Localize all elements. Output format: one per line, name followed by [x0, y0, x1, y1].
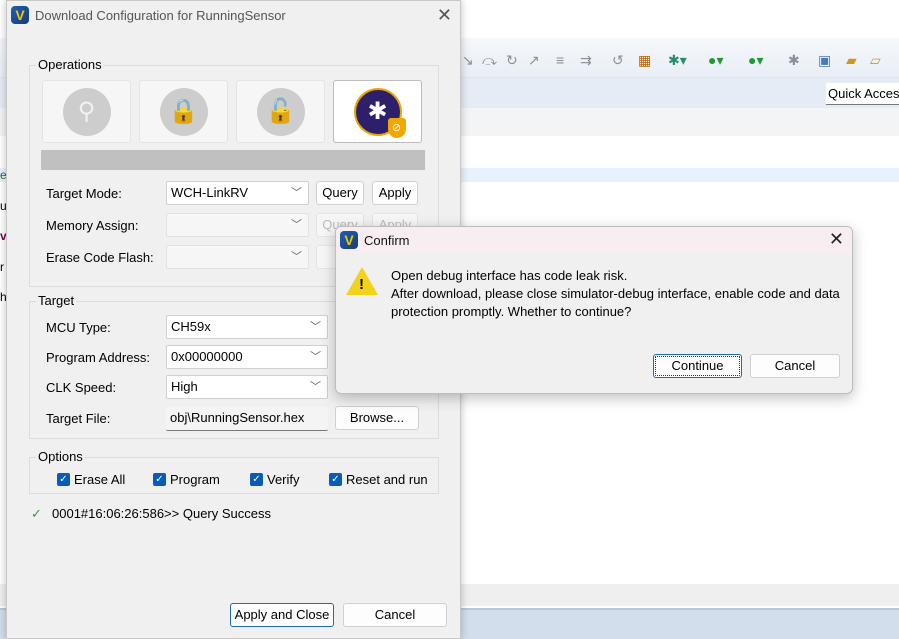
checkbox-checked-icon: ✓ — [57, 473, 70, 486]
program-address-value: 0x00000000 — [171, 349, 243, 364]
erase-code-flash-label: Erase Code Flash: — [46, 250, 154, 265]
mcu-type-select[interactable]: CH59x ﹀ — [166, 315, 328, 339]
erase-code-flash-select[interactable]: ﹀ — [166, 245, 309, 269]
checkbox-label: Erase All — [74, 472, 126, 487]
clk-speed-value: High — [171, 379, 198, 394]
external-tools-icon[interactable]: ●▾ — [748, 52, 763, 69]
clk-speed-label: CLK Speed: — [46, 380, 117, 395]
clk-speed-select[interactable]: High ﹀ — [166, 375, 328, 399]
close-icon[interactable]: ✕ — [829, 229, 844, 250]
operations-label: Operations — [36, 57, 104, 72]
query-read-icon: ⚲ — [62, 87, 111, 136]
app-logo-icon: V — [340, 231, 358, 249]
memory-assign-label: Memory Assign: — [46, 218, 139, 233]
checkbox-checked-icon: ✓ — [250, 473, 263, 486]
confirm-title: Confirm — [364, 232, 410, 248]
protect-button[interactable]: 🔒 — [139, 80, 228, 143]
confirm-dialog: V Confirm ✕ ! Open debug interface has c… — [335, 226, 853, 394]
chevron-down-icon: ﹀ — [291, 251, 302, 263]
target-file-input[interactable]: obj\RunningSensor.hex — [166, 407, 328, 431]
folder-icon[interactable]: ▱ — [870, 52, 881, 69]
confirm-titlebar: V Confirm ✕ — [336, 227, 852, 253]
query-button[interactable]: Query — [316, 181, 364, 205]
target-file-label: Target File: — [46, 411, 111, 426]
lock-protect-icon: 🔒 — [159, 87, 208, 136]
program-address-label: Program Address: — [46, 350, 151, 365]
chevron-down-icon: ﹀ — [291, 187, 302, 199]
apply-and-close-button[interactable]: Apply and Close — [230, 603, 334, 627]
app-logo-icon: V — [11, 6, 29, 24]
chevron-down-icon: ﹀ — [310, 381, 321, 393]
target-mode-value: WCH-LinkRV — [171, 185, 249, 200]
unprotect-button[interactable]: 🔓 — [236, 80, 325, 143]
debug-icon[interactable]: ✱▾ — [668, 52, 687, 69]
open-folder-icon[interactable]: ▰ — [846, 52, 857, 69]
quick-access-input[interactable]: Quick Access — [826, 83, 899, 105]
program-address-select[interactable]: 0x00000000 ﹀ — [166, 345, 328, 369]
checkbox-label: Reset and run — [346, 472, 428, 487]
program-checkbox[interactable]: ✓ Program — [153, 472, 220, 487]
erase-all-checkbox[interactable]: ✓ Erase All — [57, 472, 125, 487]
target-mode-select[interactable]: WCH-LinkRV ﹀ — [166, 181, 309, 205]
grid-icon[interactable]: ▦ — [638, 52, 651, 69]
checkbox-checked-icon: ✓ — [329, 473, 342, 486]
dialog-title: Download Configuration for RunningSensor — [35, 7, 286, 23]
options-label: Options — [36, 449, 85, 464]
debug-enable-button[interactable]: ✱ ⊘ — [333, 80, 422, 143]
use-step-filters-icon[interactable]: ⇉ — [580, 52, 592, 69]
mcu-type-label: MCU Type: — [46, 320, 111, 335]
confirm-message-line1: Open debug interface has code leak risk. — [391, 268, 628, 283]
close-icon[interactable]: ✕ — [437, 5, 452, 26]
confirm-message-line2: After download, please close simulator-d… — [391, 286, 840, 319]
debug-bug-shield-icon: ✱ ⊘ — [353, 87, 406, 138]
step-into-icon[interactable]: ↘ — [462, 52, 474, 69]
warning-exclamation: ! — [359, 276, 364, 293]
chevron-down-icon: ﹀ — [291, 219, 302, 231]
memory-assign-select[interactable]: ﹀ — [166, 213, 309, 237]
confirm-cancel-button[interactable]: Cancel — [750, 354, 840, 378]
drop-to-frame-icon[interactable]: ↺ — [612, 52, 624, 69]
checkbox-checked-icon: ✓ — [153, 473, 166, 486]
bug-gray-icon[interactable]: ✱ — [788, 52, 800, 69]
step-return-icon[interactable]: ↻ — [506, 52, 518, 69]
target-mode-label: Target Mode: — [46, 186, 122, 201]
unlock-icon: 🔓 — [256, 87, 305, 136]
progress-bar — [41, 150, 425, 170]
dialog-titlebar: V Download Configuration for RunningSens… — [7, 1, 460, 29]
chevron-down-icon: ﹀ — [310, 321, 321, 333]
confirm-message: Open debug interface has code leak risk.… — [391, 267, 841, 321]
query-read-button[interactable]: ⚲ — [42, 80, 131, 143]
chevron-down-icon: ﹀ — [310, 351, 321, 363]
step-out-icon[interactable]: ↗ — [528, 52, 540, 69]
instruction-step-icon[interactable]: ≡ — [556, 52, 564, 68]
apply-button[interactable]: Apply — [372, 181, 418, 205]
success-check-icon: ✓ — [31, 506, 42, 521]
cancel-button[interactable]: Cancel — [343, 603, 447, 627]
reset-and-run-checkbox[interactable]: ✓ Reset and run — [329, 472, 428, 487]
mcu-type-value: CH59x — [171, 319, 211, 334]
step-over-icon[interactable]: ⤼ — [482, 52, 497, 69]
checkbox-label: Program — [170, 472, 220, 487]
target-label: Target — [36, 293, 77, 308]
verify-checkbox[interactable]: ✓ Verify — [250, 472, 300, 487]
checkbox-label: Verify — [267, 472, 300, 487]
browse-button[interactable]: Browse... — [335, 406, 419, 430]
run-icon[interactable]: ●▾ — [708, 52, 723, 69]
ide-text-fragment: r — [0, 260, 4, 274]
monitor-icon[interactable]: ▣ — [818, 52, 831, 69]
log-message: 0001#16:06:26:586>> Query Success — [52, 506, 271, 521]
continue-button[interactable]: Continue — [653, 354, 742, 378]
